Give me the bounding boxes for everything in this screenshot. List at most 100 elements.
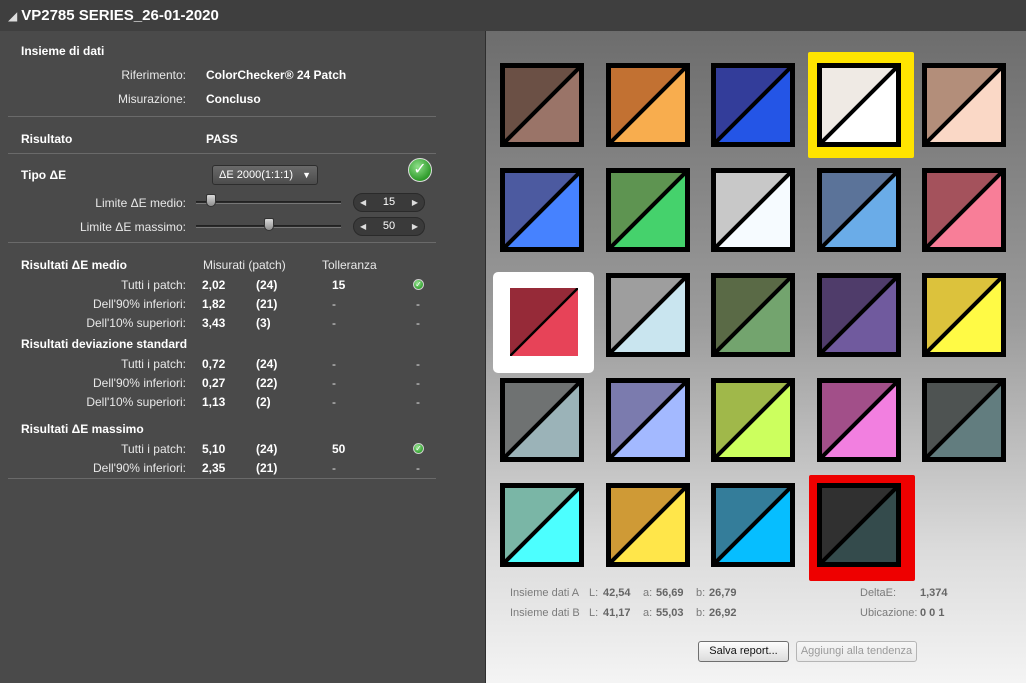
- color-patch[interactable]: [606, 273, 690, 357]
- color-patch[interactable]: [922, 168, 1006, 252]
- avg-limit-spinner[interactable]: ◀ 15 ▶: [353, 193, 425, 212]
- row-count: (3): [256, 316, 271, 330]
- row-status: -: [416, 395, 420, 409]
- measurement-value: Concluso: [206, 92, 261, 106]
- row-value: 2,35: [202, 461, 226, 475]
- title-bar: ◢ VP2785 SERIES_26-01-2020: [0, 0, 1026, 31]
- color-patch[interactable]: [817, 63, 901, 147]
- max-limit-value[interactable]: 50: [383, 220, 395, 232]
- result-value: PASS: [206, 132, 238, 146]
- color-patch[interactable]: [500, 378, 584, 462]
- row-tolerance: -: [332, 316, 336, 330]
- row-count: (2): [256, 395, 271, 409]
- dataset-b-label: Insieme dati B: [510, 607, 580, 619]
- dataset-a-b-label: b:: [696, 587, 706, 599]
- color-patch[interactable]: [606, 378, 690, 462]
- divider: [8, 116, 436, 117]
- max-limit-slider-thumb[interactable]: [263, 218, 274, 231]
- result-label: Risultato: [21, 132, 73, 146]
- row-value: 1,13: [202, 395, 226, 409]
- color-patch[interactable]: [817, 483, 901, 567]
- row-tolerance: -: [332, 297, 336, 311]
- row-label: Dell'10% superiori:: [86, 316, 186, 330]
- color-patch[interactable]: [500, 63, 584, 147]
- dataset-b-a-label: a:: [643, 607, 653, 619]
- save-report-button[interactable]: Salva report...: [698, 641, 789, 662]
- row-status: -: [416, 316, 420, 330]
- avg-limit-slider[interactable]: [196, 201, 341, 204]
- row-label: Tutti i patch:: [121, 357, 186, 371]
- row-value: 2,02: [202, 278, 226, 292]
- color-patch[interactable]: [711, 63, 795, 147]
- avg-limit-label: Limite ΔE medio:: [95, 196, 186, 210]
- row-value: 1,82: [202, 297, 226, 311]
- row-label: Dell'90% inferiori:: [93, 376, 186, 390]
- max-limit-label: Limite ΔE massimo:: [79, 220, 186, 234]
- window-title: VP2785 SERIES_26-01-2020: [21, 7, 219, 24]
- add-to-trend-button[interactable]: Aggiungi alla tendenza: [796, 641, 917, 662]
- color-patch[interactable]: [817, 168, 901, 252]
- color-patch[interactable]: [711, 378, 795, 462]
- dataset-a-a-label: a:: [643, 587, 653, 599]
- row-status: -: [416, 297, 420, 311]
- color-patch[interactable]: [606, 483, 690, 567]
- dataset-heading: Insieme di dati: [21, 44, 105, 58]
- avg-limit-value[interactable]: 15: [383, 196, 395, 208]
- row-value: 3,43: [202, 316, 226, 330]
- row-label: Dell'90% inferiori:: [93, 297, 186, 311]
- divider: [8, 153, 436, 154]
- row-tolerance: -: [332, 395, 336, 409]
- color-patch[interactable]: [500, 483, 584, 567]
- color-patch[interactable]: [817, 378, 901, 462]
- color-patch[interactable]: [711, 273, 795, 357]
- color-patch[interactable]: [922, 63, 1006, 147]
- results-panel: Insieme di dati Riferimento: ColorChecke…: [0, 31, 486, 683]
- dataset-a-label: Insieme dati A: [510, 587, 580, 599]
- row-count: (24): [256, 442, 278, 456]
- color-patch[interactable]: [606, 168, 690, 252]
- max-results-heading: Risultati ΔE massimo: [21, 422, 144, 436]
- dataset-a-b: 26,79: [709, 587, 737, 599]
- check-circle-icon: ✓: [413, 443, 424, 454]
- row-label: Tutti i patch:: [121, 278, 186, 292]
- row-value: 0,72: [202, 357, 226, 371]
- row-value: 0,27: [202, 376, 226, 390]
- color-patch[interactable]: [500, 168, 584, 252]
- row-status: -: [416, 357, 420, 371]
- max-limit-spinner[interactable]: ◀ 50 ▶: [353, 217, 425, 236]
- reference-value: ColorChecker® 24 Patch: [206, 68, 347, 82]
- location-value: 0 0 1: [920, 607, 945, 619]
- decrement-icon[interactable]: ◀: [360, 194, 366, 211]
- color-patch[interactable]: [510, 288, 578, 356]
- row-label: Dell'10% superiori:: [86, 395, 186, 409]
- row-count: (24): [256, 357, 278, 371]
- color-patch[interactable]: [817, 273, 901, 357]
- increment-icon[interactable]: ▶: [412, 218, 418, 235]
- chevron-down-icon: ▼: [302, 170, 311, 180]
- dataset-b-L: 41,17: [603, 607, 631, 619]
- row-count: (21): [256, 297, 278, 311]
- increment-icon[interactable]: ▶: [412, 194, 418, 211]
- delta-e-value: 1,374: [920, 587, 948, 599]
- eraser-icon: ◢: [8, 8, 18, 23]
- color-patch[interactable]: [922, 273, 1006, 357]
- color-patch[interactable]: [922, 378, 1006, 462]
- row-label: Tutti i patch:: [121, 442, 186, 456]
- dataset-a-L: 42,54: [603, 587, 631, 599]
- color-patch[interactable]: [606, 63, 690, 147]
- avg-limit-slider-thumb[interactable]: [205, 194, 216, 207]
- color-patch[interactable]: [711, 483, 795, 567]
- dataset-b-a: 55,03: [656, 607, 684, 619]
- divider: [8, 242, 436, 243]
- row-status: -: [416, 376, 420, 390]
- row-tolerance: 15: [332, 278, 346, 292]
- delta-type-dropdown[interactable]: ΔE 2000(1:1:1) ▼: [212, 165, 318, 185]
- dataset-b-b-label: b:: [696, 607, 706, 619]
- row-tolerance: -: [332, 357, 336, 371]
- decrement-icon[interactable]: ◀: [360, 218, 366, 235]
- dataset-b-L-label: L:: [589, 607, 599, 619]
- check-circle-icon: ✓: [408, 158, 432, 182]
- color-patch[interactable]: [711, 168, 795, 252]
- row-count: (24): [256, 278, 278, 292]
- check-circle-icon: ✓: [413, 279, 424, 290]
